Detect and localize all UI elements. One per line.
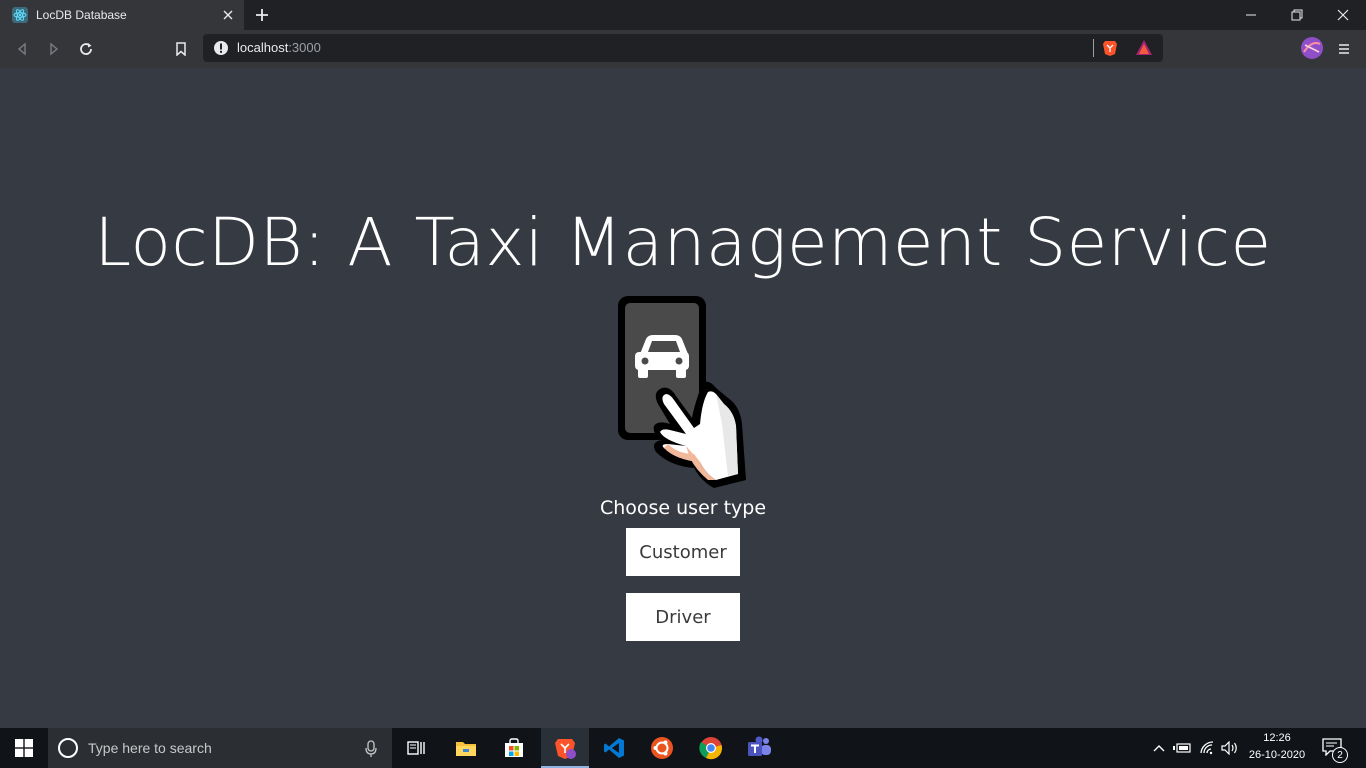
vscode-icon: [604, 738, 624, 758]
bookmark-icon[interactable]: [169, 37, 193, 61]
react-favicon-icon: [12, 7, 28, 23]
folder-icon: [456, 742, 476, 756]
driver-button[interactable]: Driver: [626, 593, 740, 641]
customer-button[interactable]: Customer: [626, 528, 740, 576]
notification-count-badge: 2: [1332, 747, 1348, 763]
chevron-up-icon[interactable]: [1150, 739, 1168, 757]
choose-user-type-label: Choose user type: [599, 497, 767, 519]
teams-button[interactable]: [736, 728, 784, 768]
forward-button[interactable]: [42, 37, 66, 61]
page-title: LocDB: A Taxi Management Service: [94, 204, 1272, 281]
chrome-icon: [699, 737, 722, 760]
vscode-button[interactable]: [590, 728, 638, 768]
tab-strip: LocDB Database: [0, 0, 1366, 30]
browser-tab[interactable]: LocDB Database: [0, 0, 244, 30]
reload-button[interactable]: [74, 37, 98, 61]
store-bag-icon: [505, 738, 523, 757]
tab-title: LocDB Database: [36, 8, 127, 22]
site-info-icon[interactable]: [213, 40, 229, 56]
url-port: :3000: [288, 40, 321, 55]
address-bar[interactable]: localhost:3000: [203, 34, 1163, 62]
task-view-button[interactable]: [392, 728, 440, 768]
ubuntu-icon: [651, 737, 673, 759]
taskbar-clock[interactable]: 12:26 26-10-2020: [1240, 730, 1314, 764]
phone-taxi-illustration: [610, 294, 760, 494]
omnibox-divider: [1093, 39, 1094, 57]
file-explorer-button[interactable]: [442, 728, 490, 768]
url-text: localhost:3000: [237, 40, 321, 55]
windows-logo-icon: [15, 739, 33, 757]
battery-icon[interactable]: [1173, 739, 1191, 757]
new-tab-button[interactable]: [252, 5, 272, 25]
brave-rewards-icon[interactable]: [1135, 39, 1153, 57]
cortana-icon: [58, 738, 78, 758]
task-view-icon: [407, 741, 425, 755]
restore-button[interactable]: [1274, 0, 1320, 30]
microsoft-store-button[interactable]: [490, 728, 538, 768]
page-content: LocDB: A Taxi Management Service Choose …: [0, 68, 1366, 728]
url-host: localhost: [237, 40, 289, 55]
volume-icon[interactable]: [1221, 739, 1239, 757]
wifi-icon[interactable]: [1199, 739, 1217, 757]
windows-taskbar: Type here to search 12:26 26-10-2020 2: [0, 728, 1366, 768]
tab-close-icon[interactable]: [220, 7, 236, 23]
profile-avatar[interactable]: [1300, 36, 1324, 60]
microphone-icon[interactable]: [364, 740, 378, 758]
search-placeholder: Type here to search: [88, 740, 212, 756]
chrome-button[interactable]: [687, 728, 735, 768]
brave-browser-taskbar-button[interactable]: [541, 728, 589, 768]
teams-icon: [748, 736, 771, 756]
menu-icon[interactable]: [1332, 37, 1356, 61]
close-window-button[interactable]: [1320, 0, 1366, 30]
clock-time: 12:26: [1263, 732, 1291, 744]
minimize-button[interactable]: [1228, 0, 1274, 30]
taskbar-search-box[interactable]: Type here to search: [48, 728, 392, 768]
brave-lion-icon: [555, 739, 576, 759]
clock-date: 26-10-2020: [1248, 749, 1306, 761]
start-button[interactable]: [0, 728, 48, 768]
back-button[interactable]: [10, 37, 34, 61]
ubuntu-button[interactable]: [638, 728, 686, 768]
brave-shields-icon[interactable]: [1101, 39, 1119, 57]
